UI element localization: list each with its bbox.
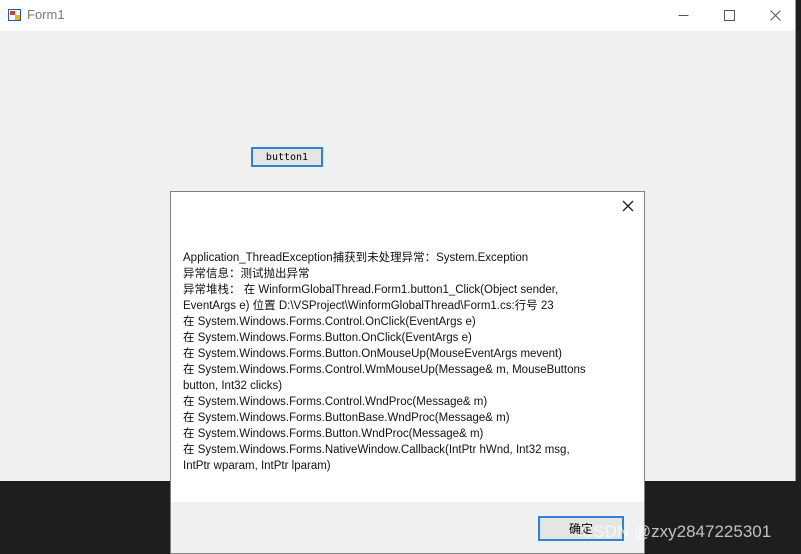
message-line: 在 System.Windows.Forms.ButtonBase.WndPro… bbox=[183, 412, 510, 424]
dialog-close-button[interactable] bbox=[616, 197, 640, 219]
message-line: 在 System.Windows.Forms.Control.OnClick(E… bbox=[183, 316, 476, 328]
ok-button[interactable]: 确定 bbox=[538, 516, 624, 541]
maximize-button[interactable] bbox=[706, 0, 752, 31]
exception-dialog: Application_ThreadException捕获到未处理异常：Syst… bbox=[170, 191, 645, 554]
title-bar[interactable]: Form1 bbox=[0, 0, 795, 31]
app-icon bbox=[8, 9, 21, 21]
message-line: button, Int32 clicks) bbox=[183, 380, 283, 392]
dialog-message: Application_ThreadException捕获到未处理异常：Syst… bbox=[183, 250, 623, 474]
message-line: Application_ThreadException捕获到未处理异常：Syst… bbox=[183, 252, 529, 264]
message-line: EventArgs e) 位置 D:\VSProject\WinformGlob… bbox=[183, 300, 554, 312]
message-line: 在 System.Windows.Forms.Button.OnMouseUp(… bbox=[183, 348, 562, 360]
minimize-icon bbox=[678, 10, 689, 21]
close-button[interactable] bbox=[752, 0, 798, 31]
button1[interactable]: button1 bbox=[251, 147, 323, 167]
dialog-footer: 确定 bbox=[171, 502, 644, 553]
message-line: 异常信息：测试抛出异常 bbox=[183, 268, 310, 280]
message-line: 在 System.Windows.Forms.Control.WndProc(M… bbox=[183, 396, 488, 408]
window-title: Form1 bbox=[27, 7, 65, 22]
minimize-button[interactable] bbox=[660, 0, 706, 31]
message-line: 在 System.Windows.Forms.Button.WndProc(Me… bbox=[183, 428, 484, 440]
close-icon bbox=[769, 10, 781, 21]
close-icon bbox=[622, 199, 634, 217]
message-line: 在 System.Windows.Forms.Button.OnClick(Ev… bbox=[183, 332, 472, 344]
message-line: 在 System.Windows.Forms.Control.WmMouseUp… bbox=[183, 364, 586, 376]
maximize-icon bbox=[723, 10, 735, 21]
message-line: 异常堆栈： 在 WinformGlobalThread.Form1.button… bbox=[183, 284, 559, 296]
message-line: 在 System.Windows.Forms.NativeWindow.Call… bbox=[183, 444, 570, 456]
message-line: IntPtr wparam, IntPtr lparam) bbox=[183, 460, 331, 472]
